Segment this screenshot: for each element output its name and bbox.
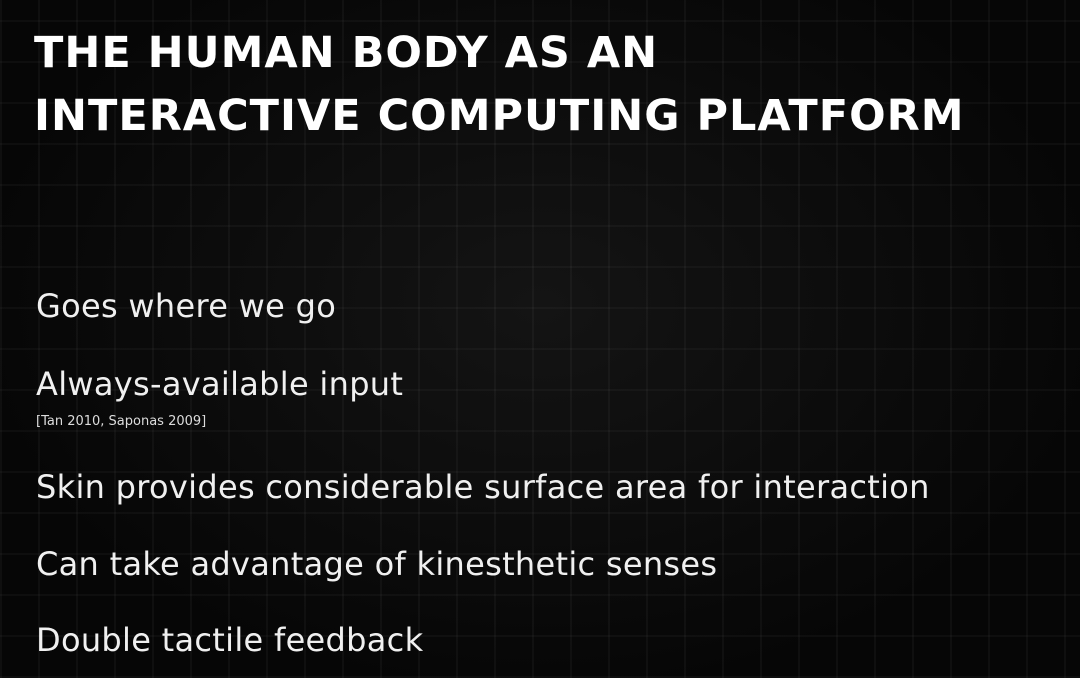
bullet-kinesthetic-senses: Can take advantage of kinesthetic senses xyxy=(36,545,718,583)
slide-title-line-1: THE HUMAN BODY AS AN xyxy=(34,28,659,78)
bullet-goes-where-we-go: Goes where we go xyxy=(36,287,337,325)
bullet-always-available-input: Always-available input xyxy=(36,365,404,403)
bullet-double-tactile-feedback: Double tactile feedback xyxy=(36,621,424,659)
citation: [Tan 2010, Saponas 2009] xyxy=(36,414,207,429)
bullet-skin-surface-area: Skin provides considerable surface area … xyxy=(36,468,930,506)
slide: THE HUMAN BODY AS AN INTERACTIVE COMPUTI… xyxy=(0,0,1080,678)
slide-title: THE HUMAN BODY AS AN INTERACTIVE COMPUTI… xyxy=(34,22,965,148)
slide-title-line-2: INTERACTIVE COMPUTING PLATFORM xyxy=(34,91,965,141)
